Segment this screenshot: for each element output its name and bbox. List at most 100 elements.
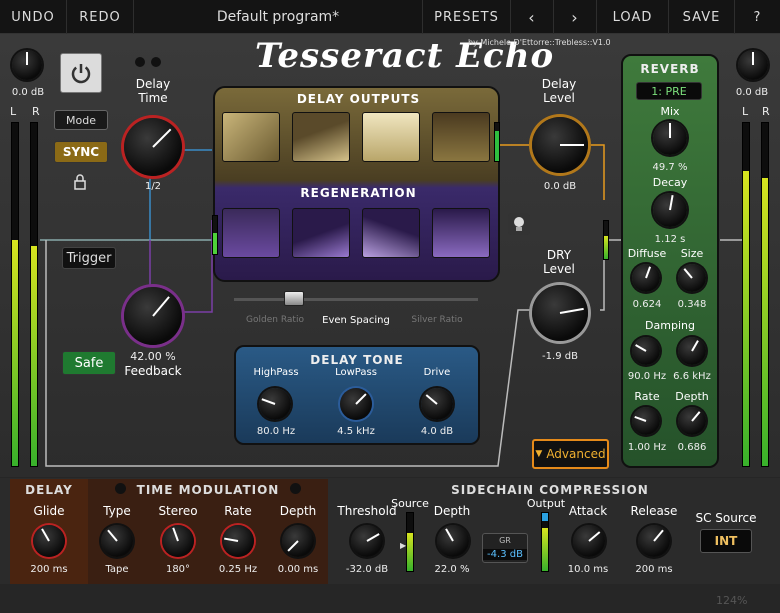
reverb-depth-value: 0.686	[677, 442, 707, 453]
reverb-size-label: Size	[680, 247, 704, 260]
advanced-button[interactable]: ▼ Advanced	[532, 439, 609, 469]
reverb-damp-high-value: 6.6 kHz	[673, 371, 711, 382]
delay-outputs-panel: DELAY OUTPUTS REGENERATION	[213, 86, 500, 282]
zoom-level[interactable]: 124%	[716, 594, 747, 607]
mod-led-right	[290, 483, 301, 494]
reverb-depth-knob[interactable]	[678, 407, 706, 435]
reverb-rate-knob[interactable]	[632, 407, 660, 435]
tap-output-4[interactable]	[432, 112, 490, 162]
sc-depth-knob[interactable]	[437, 525, 469, 557]
lock-icon[interactable]	[72, 174, 88, 190]
mod-rate-label: Rate	[224, 504, 252, 518]
dry-level-value: -1.9 dB	[542, 351, 578, 362]
reverb-preset-display[interactable]: 1: PRE	[636, 82, 702, 100]
highpass-label: HighPass	[253, 367, 299, 378]
reverb-diffuse-value: 0.624	[632, 299, 662, 310]
sync-button[interactable]: SYNC	[54, 141, 108, 163]
reverb-rate-label: Rate	[634, 390, 660, 403]
reverb-damping-label: Damping	[645, 319, 695, 332]
delay-time-label-2: Time	[138, 91, 168, 105]
mode-button[interactable]: Mode	[54, 110, 108, 130]
dry-level-label-2: Level	[543, 262, 575, 276]
feedback-label: Feedback	[124, 364, 182, 378]
highpass-knob[interactable]	[259, 388, 291, 420]
reverb-size-knob[interactable]	[678, 264, 706, 292]
gr-value: -4.3 dB	[483, 549, 527, 560]
source-meter	[406, 512, 414, 572]
delay-out-meter	[494, 122, 500, 162]
spacing-slider-thumb[interactable]	[284, 291, 304, 306]
mod-stereo-knob[interactable]	[162, 525, 194, 557]
reverb-mix-knob[interactable]	[653, 121, 687, 155]
feedback-knob[interactable]	[124, 287, 182, 345]
sc-source-label: SC Source	[695, 511, 757, 525]
sc-depth-value: 22.0 %	[434, 564, 470, 575]
reverb-damp-high-knob[interactable]	[678, 337, 706, 365]
regen-pad-4[interactable]	[432, 208, 490, 258]
regen-pad-2[interactable]	[292, 208, 350, 258]
triangle-down-icon: ▼	[535, 449, 543, 459]
reverb-decay-label: Decay	[652, 176, 688, 189]
mod-depth-knob[interactable]	[282, 525, 314, 557]
spacing-slider-track[interactable]	[234, 298, 478, 301]
attack-label: Attack	[568, 504, 608, 518]
release-knob[interactable]	[638, 525, 670, 557]
delay-tone-title: DELAY TONE	[310, 353, 404, 367]
delay-level-label-1: Delay	[541, 77, 577, 91]
delay-level-knob[interactable]	[532, 117, 588, 173]
sc-source-button[interactable]: INT	[700, 529, 752, 553]
lowpass-value: 4.5 kHz	[337, 426, 375, 437]
reverb-rate-value: 1.00 Hz	[627, 442, 667, 453]
mod-depth-label: Depth	[279, 504, 317, 518]
reverb-mix-value: 49.7 %	[652, 162, 688, 173]
power-icon	[71, 64, 91, 84]
reverb-mix-label: Mix	[660, 105, 680, 118]
release-label: Release	[630, 504, 678, 518]
mod-led-left	[115, 483, 126, 494]
spacing-even-label: Even Spacing	[322, 315, 390, 326]
mod-depth-value: 0.00 ms	[277, 564, 319, 575]
mod-type-knob[interactable]	[101, 525, 133, 557]
sc-depth-label: Depth	[433, 504, 471, 518]
footer-bar	[0, 585, 780, 613]
glide-label: Glide	[33, 504, 65, 518]
trigger-button[interactable]: Trigger	[62, 247, 116, 269]
lowpass-label: LowPass	[335, 367, 377, 378]
delay-time-knob[interactable]	[124, 118, 182, 176]
delay-time-label-1: Delay	[135, 77, 171, 91]
regen-meter	[212, 215, 218, 255]
reverb-title: REVERB	[640, 62, 700, 76]
power-button[interactable]	[60, 53, 102, 93]
regen-pad-3[interactable]	[362, 208, 420, 258]
attack-value: 10.0 ms	[567, 564, 609, 575]
tap-led-1	[135, 57, 145, 67]
regeneration-title: REGENERATION	[300, 186, 417, 200]
lowpass-knob[interactable]	[340, 388, 372, 420]
reverb-damp-low-knob[interactable]	[632, 337, 660, 365]
glide-value: 200 ms	[30, 564, 68, 575]
glide-knob[interactable]	[33, 525, 65, 557]
threshold-knob[interactable]	[351, 525, 383, 557]
mod-rate-knob[interactable]	[222, 525, 254, 557]
reverb-diffuse-label: Diffuse	[627, 247, 667, 260]
reverb-decay-knob[interactable]	[653, 193, 687, 227]
safe-button[interactable]: Safe	[62, 351, 116, 375]
source-label: Source	[391, 497, 429, 510]
mod-stereo-label: Stereo	[158, 504, 198, 518]
threshold-label: Threshold	[337, 504, 397, 518]
dry-level-knob[interactable]	[532, 285, 588, 341]
mod-type-value: Tape	[105, 564, 129, 575]
reverb-diffuse-knob[interactable]	[632, 264, 660, 292]
tap-output-3[interactable]	[362, 112, 420, 162]
regen-pad-1[interactable]	[222, 208, 280, 258]
reverb-depth-label: Depth	[675, 390, 709, 403]
drive-knob[interactable]	[421, 388, 453, 420]
delay-section-title: DELAY	[25, 483, 73, 497]
sc-output-label: Output	[526, 497, 566, 510]
drive-value: 4.0 dB	[420, 426, 454, 437]
tap-output-1[interactable]	[222, 112, 280, 162]
delay-level-meter	[603, 220, 609, 260]
bulb-icon[interactable]	[508, 213, 530, 235]
tap-output-2[interactable]	[292, 112, 350, 162]
attack-knob[interactable]	[573, 525, 605, 557]
